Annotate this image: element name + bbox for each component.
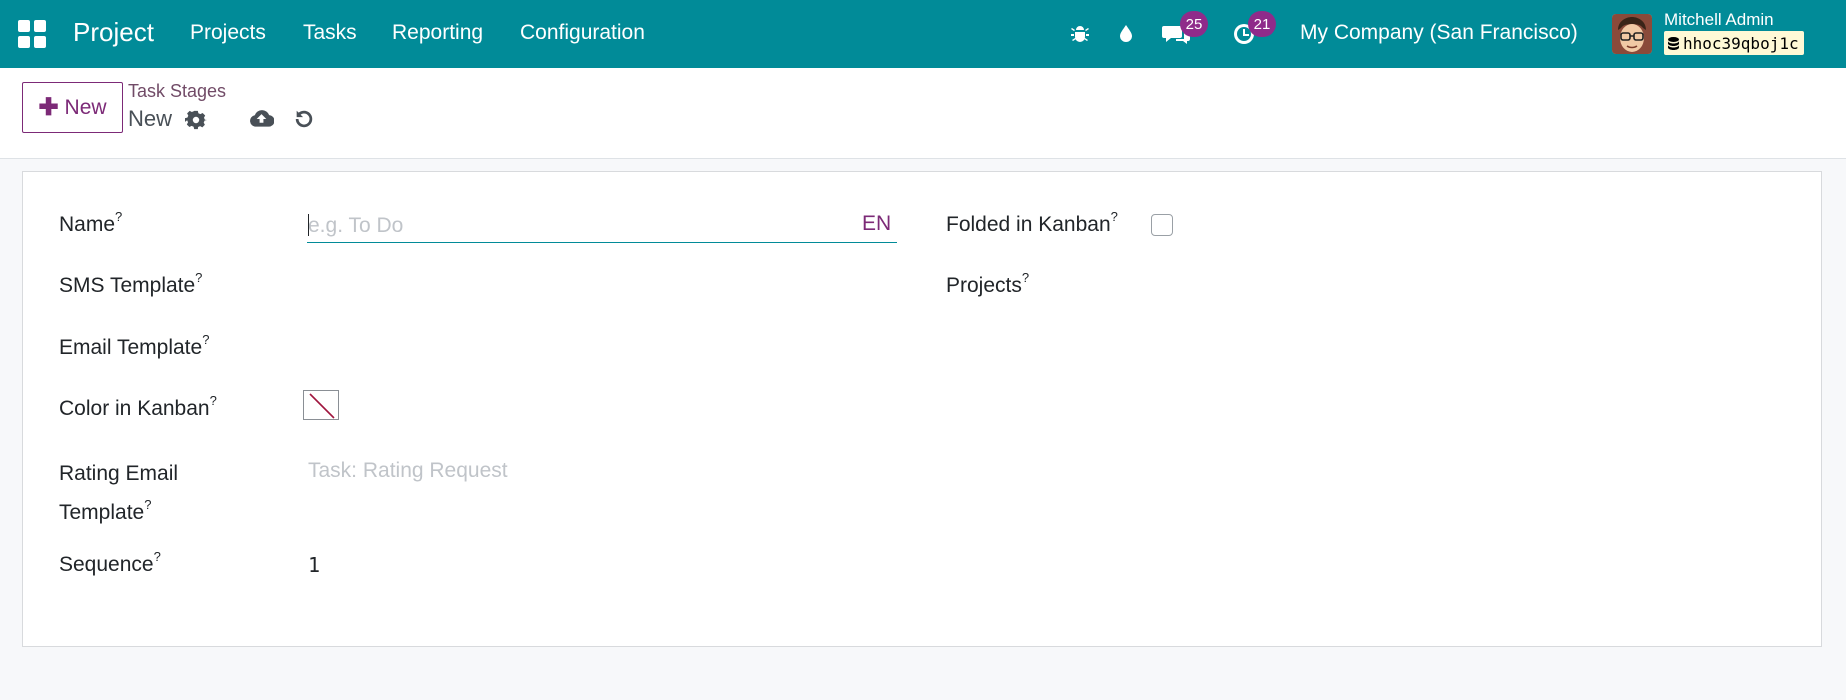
plus-icon: ✚ — [38, 93, 59, 121]
help-mark[interactable]: ? — [210, 393, 217, 408]
no-color-icon — [309, 393, 335, 419]
control-panel — [0, 68, 1846, 159]
projects-label: Projects? — [946, 270, 1030, 297]
name-input[interactable] — [307, 209, 897, 243]
company-switcher[interactable]: My Company (San Francisco) — [1300, 21, 1578, 45]
text-caret — [308, 214, 309, 236]
sms-template-label: SMS Template? — [59, 270, 203, 297]
top-navbar: Project Projects Tasks Reporting Configu… — [0, 0, 1846, 68]
help-mark[interactable]: ? — [202, 332, 209, 347]
database-name: hhoc39qboj1c — [1683, 33, 1799, 53]
activities-badge: 21 — [1248, 11, 1276, 37]
bug-icon[interactable] — [1066, 20, 1094, 48]
language-button[interactable]: EN — [862, 212, 891, 236]
folded-label: Folded in Kanban? — [946, 209, 1118, 236]
help-mark[interactable]: ? — [1022, 270, 1029, 285]
cloud-upload-icon[interactable] — [248, 105, 274, 131]
undo-icon[interactable] — [291, 106, 317, 132]
menu-tasks[interactable]: Tasks — [303, 21, 357, 45]
new-button[interactable]: ✚ New — [22, 82, 123, 133]
gear-icon[interactable] — [183, 107, 209, 133]
color-label: Color in Kanban? — [59, 393, 217, 420]
help-mark[interactable]: ? — [154, 549, 161, 564]
database-icon — [1668, 36, 1679, 50]
menu-projects[interactable]: Projects — [190, 21, 266, 45]
sequence-label: Sequence? — [59, 549, 161, 576]
sms-template-field[interactable] — [308, 268, 898, 302]
name-label: Name? — [59, 209, 123, 236]
menu-configuration[interactable]: Configuration — [520, 21, 645, 45]
help-mark[interactable]: ? — [144, 497, 151, 512]
email-template-label: Email Template? — [59, 332, 210, 359]
droplet-icon[interactable] — [1112, 20, 1140, 48]
breadcrumb-current: New — [128, 106, 173, 131]
rating-template-label: Rating Email Template? — [59, 462, 179, 524]
email-template-field[interactable] — [308, 330, 898, 364]
help-mark[interactable]: ? — [195, 270, 202, 285]
new-button-label: New — [64, 95, 107, 119]
app-menu-icon[interactable] — [18, 20, 46, 48]
help-mark[interactable]: ? — [115, 209, 122, 224]
messages-badge: 25 — [1180, 11, 1208, 37]
app-title[interactable]: Project — [73, 17, 154, 48]
color-picker[interactable] — [303, 390, 339, 420]
rating-template-input[interactable]: Task: Rating Request — [308, 459, 508, 483]
user-avatar[interactable] — [1612, 14, 1652, 54]
database-badge: hhoc39qboj1c — [1664, 31, 1804, 55]
breadcrumb-task-stages[interactable]: Task Stages — [128, 81, 226, 102]
sequence-input[interactable]: 1 — [308, 553, 320, 577]
user-name[interactable]: Mitchell Admin — [1664, 10, 1774, 30]
projects-field[interactable] — [1151, 268, 1751, 302]
help-mark[interactable]: ? — [1111, 209, 1118, 224]
form-sheet — [22, 171, 1822, 647]
menu-reporting[interactable]: Reporting — [392, 21, 483, 45]
folded-checkbox[interactable] — [1151, 214, 1173, 236]
